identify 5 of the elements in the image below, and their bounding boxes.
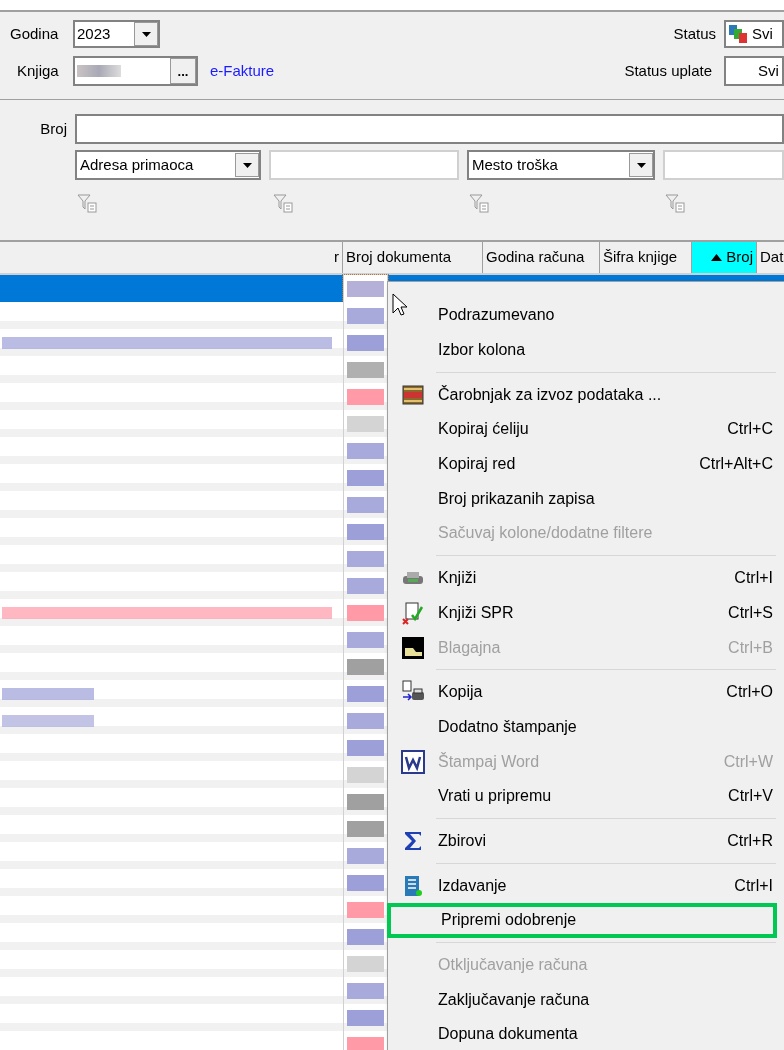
field-label: Broj	[39, 118, 68, 139]
field-label: Knjiga	[16, 60, 60, 81]
field-label: Status uplate	[624, 60, 712, 81]
field-label: Status	[673, 23, 716, 44]
field-label: Godina	[10, 23, 60, 44]
